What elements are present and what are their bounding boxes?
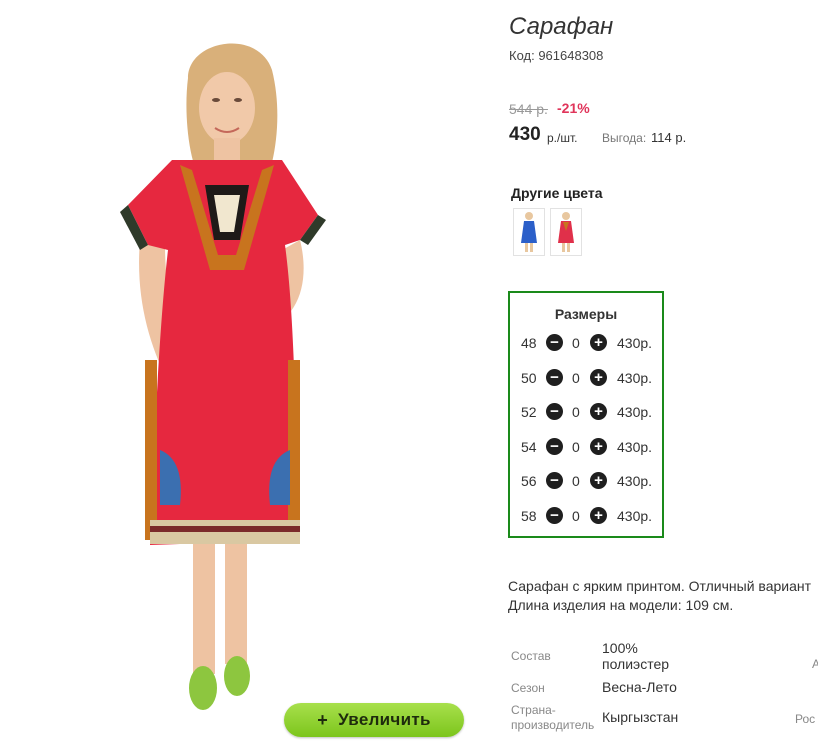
size-number: 54 (521, 439, 537, 455)
minus-circle-icon[interactable]: − (546, 438, 563, 455)
size-qty: 0 (572, 404, 580, 420)
minus-circle-icon[interactable]: − (546, 403, 563, 420)
product-description: Сарафан с ярким принтом. Отличный вариан… (508, 577, 811, 615)
size-qty: 0 (572, 439, 580, 455)
size-price: 430р. (617, 370, 653, 386)
spec-value: 100% полиэстер (602, 640, 670, 672)
size-row: 58 − 0 + 430р. (510, 506, 662, 526)
benefit-label: Выгода: (602, 131, 647, 145)
product-code: Код: 961648308 (509, 48, 604, 63)
spec-value: Кыргызстан (602, 709, 679, 725)
description-line: Длина изделия на модели: 109 см. (508, 597, 734, 613)
spec-label: Страна-производитель (511, 703, 595, 732)
minus-circle-icon[interactable]: − (546, 369, 563, 386)
size-number: 48 (521, 335, 537, 351)
price-unit: р./шт. (547, 131, 578, 145)
color-swatch-blue[interactable] (513, 208, 545, 256)
size-qty: 0 (572, 370, 580, 386)
benefit-value: 114 р. (651, 130, 687, 145)
size-row: 52 − 0 + 430р. (510, 402, 662, 422)
product-title: Сарафан (509, 13, 614, 40)
size-qty: 0 (572, 508, 580, 524)
plus-icon: + (317, 709, 329, 730)
cut-off-label: Рос (795, 712, 816, 726)
plus-circle-icon[interactable]: + (590, 472, 607, 489)
size-number: 58 (521, 508, 537, 524)
size-qty: 0 (572, 473, 580, 489)
spec-label: Состав (511, 649, 551, 663)
minus-circle-icon[interactable]: − (546, 507, 563, 524)
discount-badge: -21% (557, 100, 590, 116)
sizes-title: Размеры (554, 306, 618, 322)
sizes-panel: Размеры 48 − 0 + 430р. 50 − 0 + 430р. 52… (508, 291, 664, 538)
old-price: 544 р. (509, 101, 548, 117)
plus-circle-icon[interactable]: + (590, 334, 607, 351)
size-row: 50 − 0 + 430р. (510, 368, 662, 388)
color-swatch-red[interactable] (550, 208, 582, 256)
size-price: 430р. (617, 439, 653, 455)
size-row: 48 − 0 + 430р. (510, 333, 662, 353)
product-photo[interactable] (0, 0, 480, 738)
plus-circle-icon[interactable]: + (590, 403, 607, 420)
size-price: 430р. (617, 335, 653, 351)
size-number: 52 (521, 404, 537, 420)
zoom-button-label: Увеличить (338, 710, 431, 729)
minus-circle-icon[interactable]: − (546, 334, 563, 351)
size-number: 50 (521, 370, 537, 386)
zoom-button[interactable]: + Увеличить (284, 703, 464, 737)
description-line: Сарафан с ярким принтом. Отличный вариан… (508, 578, 812, 594)
plus-circle-icon[interactable]: + (590, 369, 607, 386)
plus-circle-icon[interactable]: + (590, 438, 607, 455)
plus-circle-icon[interactable]: + (590, 507, 607, 524)
minus-circle-icon[interactable]: − (546, 472, 563, 489)
size-row: 56 − 0 + 430р. (510, 471, 662, 491)
size-row: 54 − 0 + 430р. (510, 437, 662, 457)
size-number: 56 (521, 473, 537, 489)
current-price: 430 (509, 124, 541, 145)
size-price: 430р. (617, 473, 653, 489)
size-price: 430р. (617, 404, 653, 420)
size-price: 430р. (617, 508, 653, 524)
spec-label: Сезон (511, 681, 545, 695)
cut-off-mark: А (812, 657, 818, 671)
size-qty: 0 (572, 335, 580, 351)
other-colors-title: Другие цвета (511, 185, 603, 201)
spec-value: Весна-Лето (602, 679, 677, 695)
